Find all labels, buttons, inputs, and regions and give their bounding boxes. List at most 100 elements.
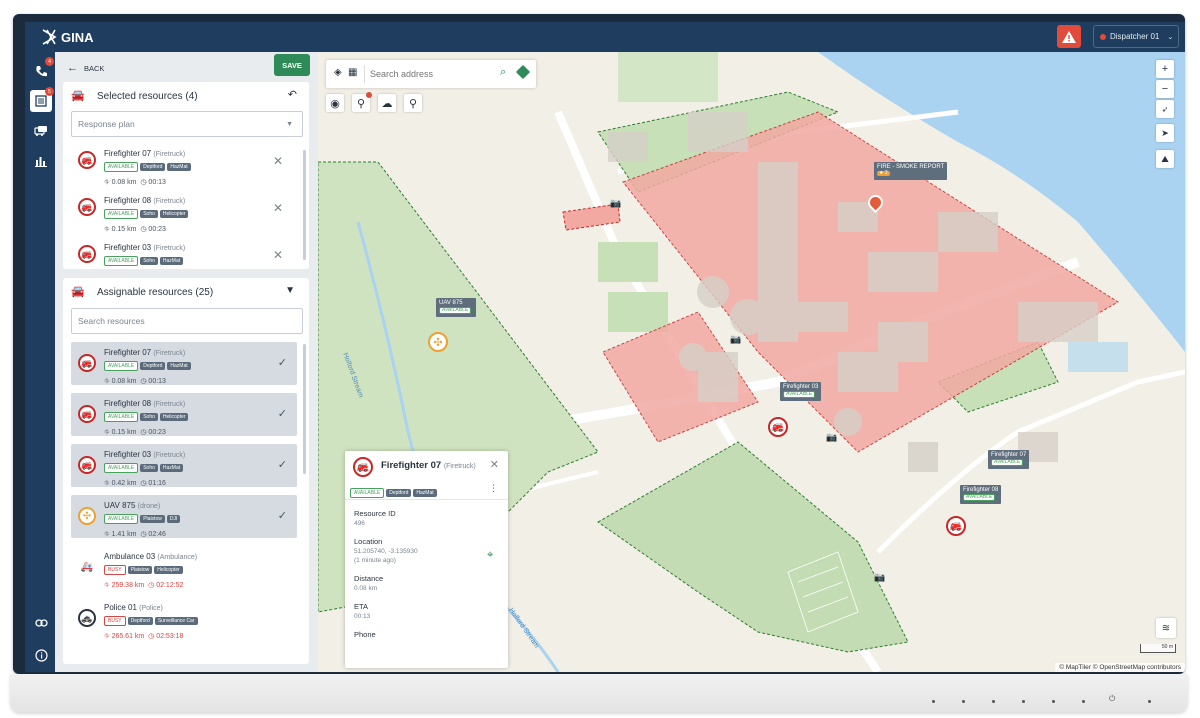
selected-row[interactable]: 🚒 Firefighter 03 (Firetruck) AVAILABLE So… [71, 237, 297, 267]
location-age: (1 minute ago) [354, 557, 396, 564]
save-button[interactable]: SAVE [274, 54, 310, 76]
search-resources-input[interactable]: Search resources [71, 308, 303, 334]
bezel-button [992, 700, 995, 703]
visibility-button[interactable]: ◉ [326, 94, 344, 112]
search-icon[interactable]: ⌕ [500, 66, 506, 79]
geolocate-button[interactable]: ➤ [1156, 124, 1174, 142]
resource-type: (Firetruck) [153, 401, 186, 408]
nav-calls[interactable]: 4 [30, 57, 54, 82]
check-icon[interactable]: ✓ [278, 458, 287, 471]
incident-label[interactable]: FIRE - SMOKE REPORT ★ 2 [874, 162, 948, 180]
selected-row[interactable]: 🚒 Firefighter 08 (Firetruck) AVAILABLE So… [71, 190, 297, 233]
assignable-row[interactable]: 🚒 Firefighter 08 (Firetruck) AVAILABLE So… [71, 393, 297, 436]
ff08-map-label[interactable]: Firefighter 08 AVAILABLE [960, 485, 1002, 504]
remove-icon[interactable]: ✕ [273, 248, 283, 262]
selected-resources-card: 🚘 Selected resources (4) ↶ Response plan… [63, 82, 309, 269]
compass-button[interactable]: ➶ [1156, 100, 1174, 118]
zoom-in-button[interactable]: + [1156, 60, 1174, 78]
camera-icon[interactable]: 📷 [610, 198, 621, 209]
monitor-stand: ⏻ [10, 674, 1188, 712]
undo-icon[interactable]: ↶ [288, 88, 297, 101]
assignable-row[interactable]: 🚑 Ambulance 03 (Ambulance) BUSY Plaistow H… [71, 546, 297, 589]
location-button[interactable]: ⚲ [404, 94, 422, 112]
remove-icon[interactable]: ✕ [273, 201, 283, 215]
assignable-row[interactable]: 🚒 Firefighter 03 (Firetruck) AVAILABLE So… [71, 444, 297, 487]
nav-link[interactable] [30, 612, 52, 634]
bezel-button [962, 700, 965, 703]
camera-icon[interactable]: 📷 [874, 572, 885, 583]
layers-icon[interactable]: ◈ [334, 67, 342, 78]
nav-incidents[interactable]: 5 [30, 87, 54, 112]
cloud-upload-button[interactable]: ☁ [378, 94, 396, 112]
resource-name: UAV 875 [104, 501, 136, 510]
firetruck-marker-icon[interactable]: 🚒 [768, 417, 788, 437]
remove-icon[interactable]: ✕ [273, 154, 283, 168]
uav-label-name: UAV 875 [439, 300, 463, 306]
clock-icon: ◷ [140, 429, 147, 436]
phone-icon [35, 65, 47, 76]
nav-info[interactable] [30, 644, 52, 666]
navigation-icon: ➤ [1161, 127, 1169, 138]
resource-detail-popup: 🚒 Firefighter 07 (Firetruck) ✕ AVAILABLE… [345, 451, 508, 668]
nav-stats[interactable] [30, 150, 52, 172]
clock-icon: ◷ [148, 582, 155, 589]
app-name: GINA [61, 29, 94, 45]
camera-icon[interactable]: 📷 [730, 334, 741, 345]
ff08-label-name: Firefighter 08 [963, 487, 999, 493]
nav-vehicles[interactable] [30, 120, 52, 142]
bezel-button [932, 700, 935, 703]
firetruck-icon: 🚒 [78, 245, 96, 263]
back-button[interactable]: ← BACK [67, 62, 104, 74]
ambulance-icon: 🚑 [78, 558, 96, 576]
ff07-map-label[interactable]: Firefighter 07 AVAILABLE [988, 450, 1030, 469]
check-icon[interactable]: ✓ [278, 356, 287, 369]
assignable-row[interactable]: ✣ UAV 875 (drone) AVAILABLE Plaistow DJI ⛗… [71, 495, 297, 538]
firetruck-marker-icon[interactable]: 🚒 [946, 516, 966, 536]
distance-value: 0.08 km [111, 378, 137, 385]
locate-target-icon[interactable]: ⌖ [487, 549, 493, 562]
building-icon[interactable]: ▦ [348, 67, 357, 78]
firetruck-icon: 🚒 [78, 405, 96, 423]
alert-button[interactable] [1057, 25, 1081, 48]
map-search-input[interactable] [370, 65, 490, 83]
firetruck-icon: 🚒 [78, 151, 96, 169]
drone-marker-icon[interactable]: ✣ [428, 332, 448, 352]
clock-icon: ◷ [140, 378, 147, 385]
eta-value: 02:46 [148, 531, 166, 538]
eta-value: 01:16 [148, 480, 166, 487]
distance-value: 0.15 km [111, 226, 137, 233]
more-options-icon[interactable]: ⋮ [489, 483, 498, 494]
distance-icon: ⛗ [104, 179, 110, 186]
response-plan-select[interactable]: Response plan ▼ [71, 111, 303, 137]
eta-value: 02:12:52 [156, 582, 184, 589]
selected-row[interactable]: 🚒 Firefighter 07 (Firetruck) AVAILABLE De… [71, 143, 297, 186]
assignable-row[interactable]: 🚒 Firefighter 07 (Firetruck) AVAILABLE De… [71, 342, 297, 385]
directions-icon[interactable] [515, 64, 531, 80]
distance-icon: ⛗ [104, 633, 110, 640]
bezel-button [1022, 700, 1025, 703]
resource-name: Police 01 [104, 603, 137, 612]
check-icon[interactable]: ✓ [278, 509, 287, 522]
dispatcher-select[interactable]: Dispatcher 01 ⌄ [1093, 25, 1179, 48]
firetruck-icon: 🚒 [78, 456, 96, 474]
terrain-button[interactable]: ⛰ [1156, 150, 1174, 168]
layers-button[interactable]: ≋ [1156, 618, 1176, 638]
filter-icon[interactable]: ▼ [285, 285, 295, 296]
close-icon[interactable]: ✕ [490, 458, 499, 471]
pin-layer-button[interactable]: ⚲ [352, 92, 372, 112]
zoom-out-button[interactable]: − [1156, 80, 1174, 98]
distance-value: 1.41 km [111, 531, 137, 538]
scrollbar[interactable] [303, 150, 306, 260]
resource-name: Firefighter 03 [104, 243, 152, 252]
resource-name: Firefighter 08 [104, 196, 152, 205]
check-icon[interactable]: ✓ [278, 407, 287, 420]
assignable-title: Assignable resources (25) [97, 287, 214, 298]
distance-icon: ⛗ [104, 226, 110, 233]
capability-badge: HazMat [159, 256, 184, 265]
scrollbar[interactable] [303, 344, 306, 474]
camera-icon[interactable]: 📷 [826, 432, 837, 443]
assignable-row[interactable]: 🚓 Police 01 (Police) BUSY Deptford Surveil… [71, 597, 297, 640]
power-icon: ⏻ [1109, 694, 1116, 703]
ff03-map-label[interactable]: Firefighter 03 AVAILABLE [780, 382, 822, 401]
uav-map-label[interactable]: UAV 875 AVAILABLE [436, 298, 477, 317]
